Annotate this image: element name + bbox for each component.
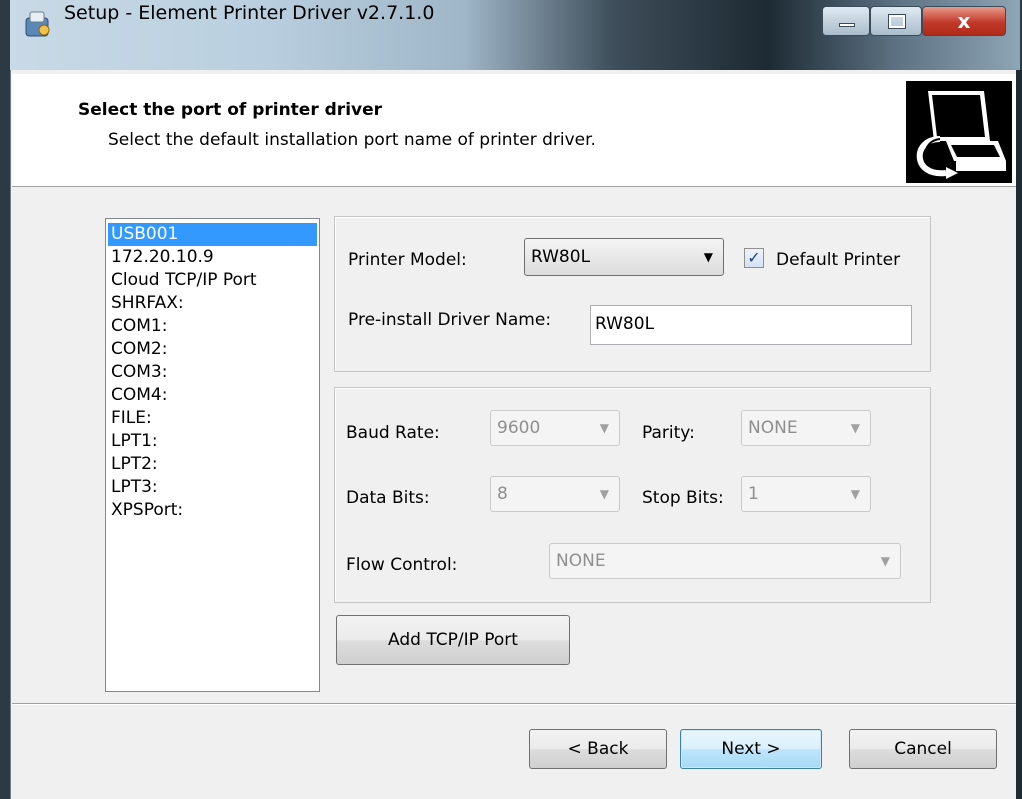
data-bits-value: 8 <box>497 484 508 504</box>
port-list-item[interactable]: Cloud TCP/IP Port <box>108 269 317 292</box>
driver-name-input[interactable]: RW80L <box>590 305 912 345</box>
port-list-item[interactable]: USB001 <box>108 223 317 246</box>
add-tcpip-port-button[interactable]: Add TCP/IP Port <box>336 615 570 665</box>
port-list-item[interactable]: COM1: <box>108 315 317 338</box>
printer-model-value: RW80L <box>531 247 591 267</box>
data-bits-label: Data Bits: <box>346 488 430 508</box>
printer-install-icon <box>906 81 1012 183</box>
data-bits-dropdown[interactable]: 8 ▼ <box>490 476 620 512</box>
page-title: Select the port of printer driver <box>78 100 383 120</box>
chevron-down-icon: ▼ <box>599 487 609 501</box>
port-list-item[interactable]: COM4: <box>108 384 317 407</box>
close-icon: x <box>957 9 971 33</box>
default-printer-checkbox[interactable]: ✓ <box>744 248 764 268</box>
setup-icon <box>22 8 54 40</box>
stop-bits-dropdown[interactable]: 1 ▼ <box>741 476 871 512</box>
parity-dropdown[interactable]: NONE ▼ <box>741 410 871 446</box>
flow-control-dropdown[interactable]: NONE ▼ <box>549 543 901 579</box>
port-list-item[interactable]: COM3: <box>108 361 317 384</box>
cancel-button[interactable]: Cancel <box>849 729 997 769</box>
port-list-item[interactable]: LPT1: <box>108 430 317 453</box>
port-list-item[interactable]: SHRFAX: <box>108 292 317 315</box>
close-button[interactable]: x <box>922 6 1006 36</box>
default-printer-label: Default Printer <box>776 250 901 270</box>
flow-control-label: Flow Control: <box>346 555 458 575</box>
printer-model-dropdown[interactable]: RW80L ▼ <box>524 238 724 276</box>
parity-label: Parity: <box>642 423 695 443</box>
port-list-item[interactable]: LPT3: <box>108 476 317 499</box>
port-list-item[interactable]: COM2: <box>108 338 317 361</box>
driver-name-label: Pre-install Driver Name: <box>348 310 552 330</box>
chevron-down-icon: ▼ <box>880 554 890 568</box>
parity-value: NONE <box>748 418 798 438</box>
minimize-icon <box>839 23 855 27</box>
baud-rate-dropdown[interactable]: 9600 ▼ <box>490 410 620 446</box>
stop-bits-value: 1 <box>748 484 759 504</box>
chevron-down-icon: ▼ <box>599 421 609 435</box>
page-subtitle: Select the default installation port nam… <box>108 130 596 150</box>
footer-divider <box>12 703 1016 705</box>
chevron-down-icon: ▼ <box>850 487 860 501</box>
port-list-item[interactable]: 172.20.10.9 <box>108 246 317 269</box>
minimize-button[interactable] <box>822 6 870 36</box>
port-listbox[interactable]: USB001 172.20.10.9 Cloud TCP/IP Port SHRFAX… <box>105 218 320 692</box>
maximize-icon <box>888 14 906 29</box>
check-icon: ✓ <box>747 248 761 267</box>
stop-bits-label: Stop Bits: <box>642 488 724 508</box>
port-list-item[interactable]: FILE: <box>108 407 317 430</box>
baud-rate-label: Baud Rate: <box>346 423 440 443</box>
chevron-down-icon: ▼ <box>703 250 713 264</box>
window-edge <box>1016 70 1022 799</box>
printer-model-label: Printer Model: <box>348 250 467 270</box>
chevron-down-icon: ▼ <box>850 421 860 435</box>
baud-rate-value: 9600 <box>497 418 541 438</box>
maximize-button[interactable] <box>870 6 922 36</box>
port-list-item[interactable]: LPT2: <box>108 453 317 476</box>
next-button[interactable]: Next > <box>680 729 822 769</box>
flow-control-value: NONE <box>556 551 606 571</box>
port-list-item[interactable]: XPSPort: <box>108 499 317 522</box>
window-title: Setup - Element Printer Driver v2.7.1.0 <box>64 2 435 24</box>
driver-name-value: RW80L <box>595 314 655 334</box>
back-button[interactable]: < Back <box>529 729 667 769</box>
